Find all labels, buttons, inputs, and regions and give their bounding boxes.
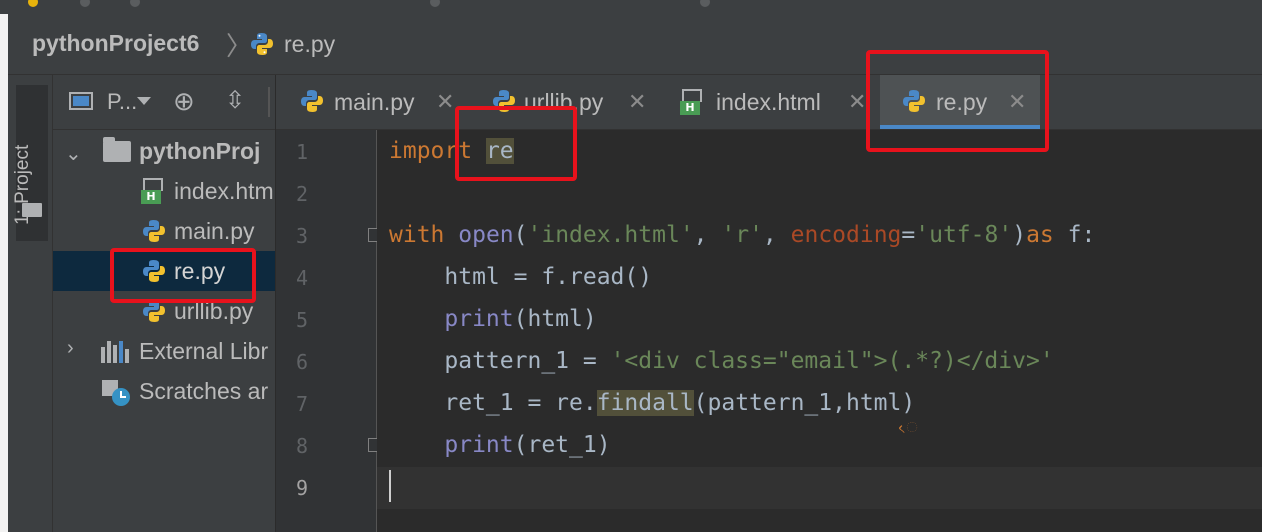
editor-gutter: 1 2 3 4 5 6 7 8 9 bbox=[276, 130, 382, 532]
tree-item-label: main.py bbox=[174, 218, 255, 244]
code-line-7: ret_1 = re.findall(pattern_1,html) bbox=[444, 390, 916, 416]
project-panel: P... ⊕ ⇳ ⌄ pythonProj H index.htm main.p… bbox=[53, 75, 276, 532]
line-number: 6 bbox=[295, 350, 308, 374]
tree-item-label: Scratches ar bbox=[139, 378, 269, 404]
folder-icon bbox=[22, 203, 42, 217]
close-icon[interactable]: ✕ bbox=[628, 89, 646, 115]
breadcrumb-project[interactable]: pythonProject6 bbox=[32, 30, 199, 57]
tree-item-label: External Libr bbox=[139, 338, 269, 364]
annotation-box-tab-re-py bbox=[866, 50, 1049, 152]
tree-item-scratches[interactable]: Scratches ar bbox=[53, 371, 275, 411]
line-number: 3 bbox=[295, 224, 308, 248]
breadcrumb-file[interactable]: re.py bbox=[284, 31, 335, 58]
tree-item-project-root[interactable]: ⌄ pythonProj bbox=[53, 131, 275, 171]
python-file-icon bbox=[250, 32, 274, 61]
line-number: 5 bbox=[295, 308, 308, 332]
tab-label: main.py bbox=[334, 89, 415, 115]
html-file-icon: H bbox=[680, 89, 704, 115]
code-line-5: print(html) bbox=[444, 306, 597, 332]
line-number: 1 bbox=[295, 140, 308, 164]
current-line-highlight bbox=[377, 467, 1262, 509]
line-number: 9 bbox=[295, 476, 308, 500]
html-file-icon: H bbox=[141, 178, 165, 204]
project-panel-header: P... ⊕ ⇳ bbox=[53, 75, 275, 130]
header-divider bbox=[268, 87, 270, 117]
code-line-3: with open('index.html', 'r', encoding='u… bbox=[389, 222, 1096, 248]
tree-item-external-libraries[interactable]: › External Libr bbox=[53, 331, 275, 371]
annotation-box-tree-re-py bbox=[110, 248, 256, 303]
menu-item-fragment bbox=[80, 0, 90, 7]
line-number: 2 bbox=[295, 182, 308, 206]
desktop-edge bbox=[0, 14, 8, 532]
scratches-icon bbox=[102, 380, 130, 406]
folder-icon bbox=[103, 137, 131, 162]
editor-tab-bar: main.py ✕ urllib.py ✕ H index.html ✕ re.… bbox=[276, 75, 1262, 130]
collapse-all-icon[interactable]: ⇳ bbox=[225, 88, 245, 114]
tree-item-main-py[interactable]: main.py bbox=[53, 211, 275, 251]
code-editor[interactable]: import re with open('index.html', 'r', e… bbox=[377, 130, 1262, 532]
chevron-right-icon[interactable]: › bbox=[67, 337, 74, 360]
project-view-icon bbox=[69, 92, 93, 110]
tool-window-strip: 1: Project bbox=[8, 75, 53, 532]
chevron-down-icon[interactable]: ⌄ bbox=[65, 141, 82, 166]
breadcrumb-separator: 〉 bbox=[226, 31, 253, 61]
navigation-bar: pythonProject6 〉 re.py bbox=[8, 14, 1262, 75]
code-line-8: print(ret_1) bbox=[444, 432, 611, 458]
warning-squiggle-icon: ᨙ bbox=[899, 420, 918, 436]
annotation-box-import-re bbox=[455, 106, 577, 181]
python-file-icon bbox=[301, 90, 323, 112]
menu-item-fragment bbox=[430, 0, 440, 7]
tab-label: index.html bbox=[716, 89, 821, 115]
tab-main-py[interactable]: main.py ✕ bbox=[276, 75, 466, 129]
line-number: 4 bbox=[295, 266, 308, 290]
line-number: 8 bbox=[295, 434, 308, 458]
chevron-down-icon[interactable] bbox=[137, 97, 151, 105]
close-icon[interactable]: ✕ bbox=[848, 89, 866, 115]
library-icon bbox=[101, 341, 129, 363]
tree-item-label: index.htm bbox=[174, 178, 274, 204]
app-logo-icon bbox=[28, 0, 38, 7]
text-caret bbox=[389, 470, 391, 502]
code-line-6: pattern_1 = '<div class="email">(.*?)</d… bbox=[444, 348, 1054, 374]
project-view-selector[interactable]: P... bbox=[107, 89, 137, 115]
line-number: 7 bbox=[295, 392, 308, 416]
tree-item-label: pythonProj bbox=[139, 138, 261, 164]
window-title-strip bbox=[0, 0, 1262, 15]
menu-item-fragment bbox=[700, 0, 710, 7]
locate-file-icon[interactable]: ⊕ bbox=[173, 88, 195, 114]
code-line-4: html = f.read() bbox=[444, 264, 653, 290]
tree-item-index-html[interactable]: H index.htm bbox=[53, 171, 275, 211]
tab-index-html[interactable]: H index.html ✕ bbox=[666, 75, 870, 129]
menu-item-fragment bbox=[130, 0, 140, 7]
python-file-icon bbox=[143, 220, 165, 242]
close-icon[interactable]: ✕ bbox=[436, 89, 454, 115]
